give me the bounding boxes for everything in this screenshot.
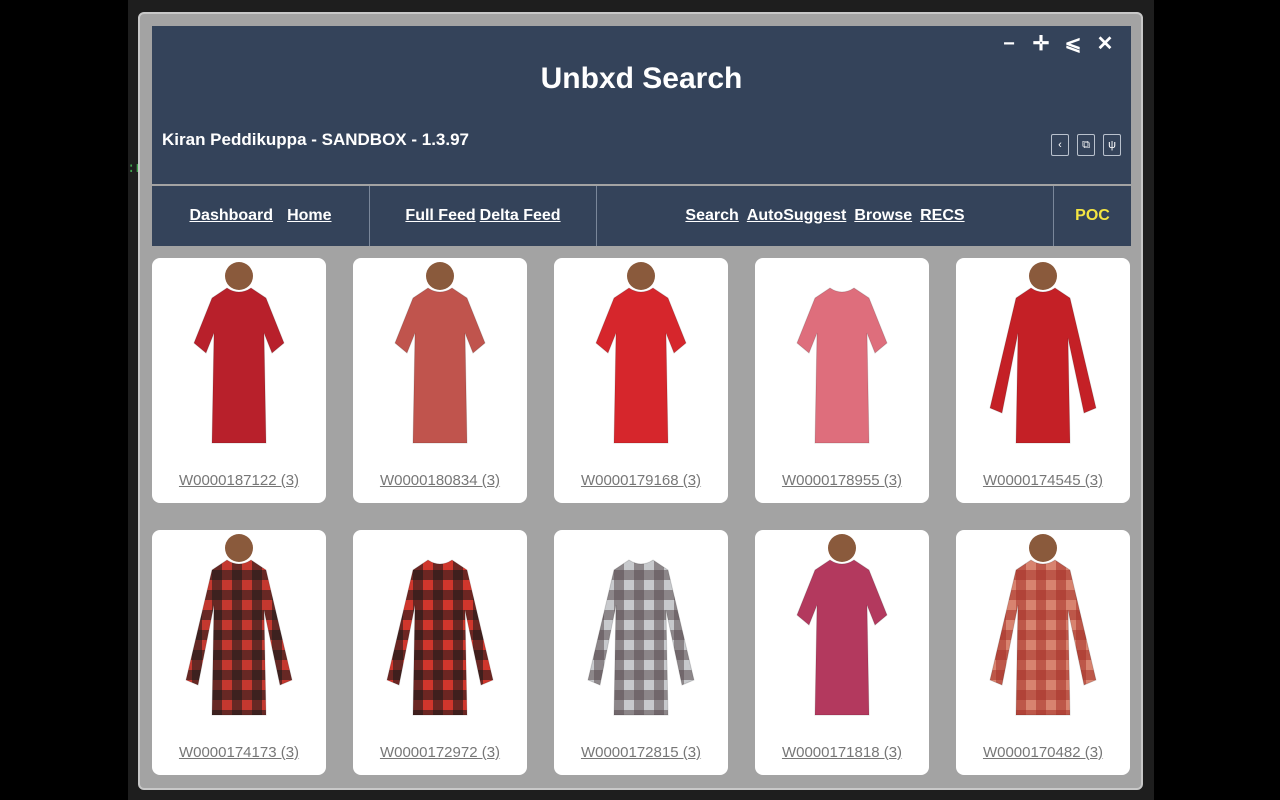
- nav-link-search[interactable]: Search: [685, 207, 738, 225]
- shirt-shape: [989, 287, 1097, 444]
- nav-section-apis: Search AutoSuggest Browse RECS: [597, 186, 1054, 246]
- nav-link-browse[interactable]: Browse: [854, 207, 912, 225]
- copy-icon[interactable]: ⧉: [1077, 134, 1095, 156]
- shirt-shape: [193, 287, 285, 444]
- extension-window: − ✛ ⩽ ✕ Unbxd Search Kiran Peddikuppa - …: [138, 12, 1143, 790]
- product-card[interactable]: W0000172972 (3): [353, 530, 527, 775]
- desktop-background-right: [1154, 0, 1280, 800]
- model-head: [426, 262, 454, 290]
- product-id-link[interactable]: W0000178955 (3): [755, 472, 929, 489]
- product-image[interactable]: [554, 530, 728, 732]
- model-head: [627, 262, 655, 290]
- nav-section-poc: POC: [1054, 186, 1131, 246]
- nav-link-dashboard[interactable]: Dashboard: [189, 207, 273, 225]
- nav-link-delta-feed[interactable]: Delta Feed: [480, 207, 561, 225]
- product-card[interactable]: W0000187122 (3): [152, 258, 326, 503]
- product-id-link[interactable]: W0000171818 (3): [755, 744, 929, 761]
- model-head: [828, 534, 856, 562]
- model-head: [225, 534, 253, 562]
- desktop-background-left: [0, 0, 128, 800]
- product-image[interactable]: [152, 258, 326, 460]
- minimize-icon[interactable]: −: [993, 32, 1025, 56]
- product-image[interactable]: [353, 258, 527, 460]
- product-card[interactable]: W0000179168 (3): [554, 258, 728, 503]
- shirt-shape: [796, 287, 888, 444]
- nav-link-full-feed[interactable]: Full Feed: [405, 207, 475, 225]
- product-id-link[interactable]: W0000170482 (3): [956, 744, 1130, 761]
- product-id-link[interactable]: W0000180834 (3): [353, 472, 527, 489]
- product-card[interactable]: W0000172815 (3): [554, 530, 728, 775]
- shirt-shape: [394, 287, 486, 444]
- product-image[interactable]: [755, 530, 929, 732]
- product-image[interactable]: [353, 530, 527, 732]
- nav-link-poc[interactable]: POC: [1075, 207, 1110, 225]
- nav-section-feeds: Full Feed Delta Feed: [370, 186, 597, 246]
- product-card[interactable]: W0000178955 (3): [755, 258, 929, 503]
- shirt-shape: [386, 559, 494, 716]
- shirt-shape: [595, 287, 687, 444]
- product-image[interactable]: [956, 530, 1130, 732]
- product-card[interactable]: W0000171818 (3): [755, 530, 929, 775]
- shirt-shape: [989, 559, 1097, 716]
- nav-link-autosuggest[interactable]: AutoSuggest: [747, 207, 847, 225]
- window-header: − ✛ ⩽ ✕ Unbxd Search Kiran Peddikuppa - …: [152, 26, 1131, 184]
- product-id-link[interactable]: W0000174173 (3): [152, 744, 326, 761]
- move-icon[interactable]: ✛: [1025, 32, 1057, 56]
- model-head: [1029, 262, 1057, 290]
- product-card[interactable]: W0000174173 (3): [152, 530, 326, 775]
- model-head: [225, 262, 253, 290]
- nav-section-main: Dashboard Home: [152, 186, 370, 246]
- nav-link-recs[interactable]: RECS: [920, 207, 964, 225]
- product-card[interactable]: W0000174545 (3): [956, 258, 1130, 503]
- product-image[interactable]: [755, 258, 929, 460]
- psi-icon[interactable]: ψ: [1103, 134, 1121, 156]
- product-id-link[interactable]: W0000172972 (3): [353, 744, 527, 761]
- menu-icon[interactable]: ⩽: [1057, 32, 1089, 56]
- nav-link-home[interactable]: Home: [287, 207, 331, 225]
- model-head: [1029, 534, 1057, 562]
- product-image[interactable]: [554, 258, 728, 460]
- product-image[interactable]: [956, 258, 1130, 460]
- shirt-shape: [796, 559, 888, 716]
- window-controls: − ✛ ⩽ ✕: [993, 32, 1121, 56]
- shirt-shape: [185, 559, 293, 716]
- window-subtitle: Kiran Peddikuppa - SANDBOX - 1.3.97: [162, 130, 470, 149]
- shirt-shape: [587, 559, 695, 716]
- close-icon[interactable]: ✕: [1089, 32, 1121, 56]
- product-id-link[interactable]: W0000174545 (3): [956, 472, 1130, 489]
- product-card[interactable]: W0000180834 (3): [353, 258, 527, 503]
- product-id-link[interactable]: W0000187122 (3): [152, 472, 326, 489]
- tool-buttons: ‹ ⧉ ψ: [1051, 134, 1121, 156]
- window-title: Unbxd Search: [540, 62, 743, 95]
- product-id-link[interactable]: W0000179168 (3): [554, 472, 728, 489]
- nav-bar: Dashboard Home Full Feed Delta Feed Sear…: [152, 186, 1131, 246]
- back-icon[interactable]: ‹: [1051, 134, 1069, 156]
- product-card[interactable]: W0000170482 (3): [956, 530, 1130, 775]
- product-id-link[interactable]: W0000172815 (3): [554, 744, 728, 761]
- product-image[interactable]: [152, 530, 326, 732]
